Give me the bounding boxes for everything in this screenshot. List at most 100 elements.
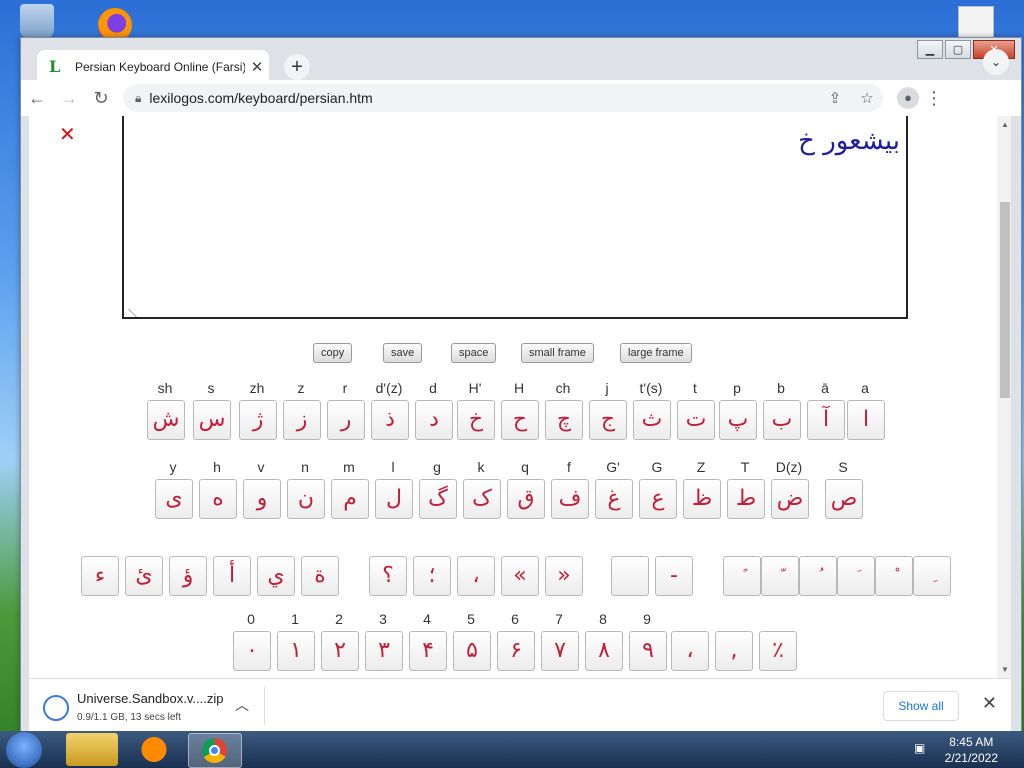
tab-search-button[interactable]: ⌄ [983, 49, 1009, 75]
recycle-bin-icon[interactable] [20, 4, 54, 38]
profile-avatar-icon[interactable]: ● [897, 87, 919, 109]
key-button[interactable]: و [243, 479, 281, 519]
key-button[interactable]: ک [463, 479, 501, 519]
key-button[interactable]: ء [81, 556, 119, 596]
key-button[interactable]: ِ [913, 556, 951, 596]
scroll-up-icon[interactable]: ▲ [1001, 120, 1009, 129]
large-frame-button[interactable]: large frame [620, 343, 692, 363]
key-button[interactable]: ْ [875, 556, 913, 596]
explorer-taskbar-icon[interactable] [66, 733, 118, 766]
maximize-button[interactable]: ▢ [945, 40, 971, 59]
key-button[interactable]: ظ [683, 479, 721, 519]
save-button[interactable]: save [383, 343, 423, 363]
address-bar[interactable]: 🔒︎ lexilogos.com/keyboard/persian.htm ⇪ … [123, 84, 883, 112]
show-all-button[interactable]: Show all [883, 691, 959, 721]
key-button[interactable]: ض [771, 479, 809, 519]
key-button[interactable]: ر [327, 400, 365, 440]
forward-icon[interactable]: → [53, 88, 85, 109]
key-button[interactable]: ف [551, 479, 589, 519]
key-button[interactable]: َ [837, 556, 875, 596]
key-button[interactable]: ُ [799, 556, 837, 596]
chevron-up-icon[interactable]: ︿ [235, 695, 249, 715]
key-button[interactable]: ، [671, 631, 709, 671]
key-button[interactable]: ش [147, 400, 185, 440]
copy-button[interactable]: copy [313, 343, 353, 363]
key-button[interactable]: ع [639, 479, 677, 519]
key-button[interactable]: ٪ [759, 631, 797, 671]
key-button[interactable]: آ [807, 400, 845, 440]
key-button[interactable]: ۷ [541, 631, 579, 671]
key-button[interactable]: » [545, 556, 583, 596]
key-button[interactable]: خ [457, 400, 495, 440]
system-clock[interactable]: 8:45 AM 2/21/2022 [945, 734, 998, 766]
key-button[interactable]: ص [825, 479, 863, 519]
share-icon[interactable]: ⇪ [819, 89, 851, 107]
key-button[interactable]: ۶ [497, 631, 535, 671]
key-button[interactable]: أ [213, 556, 251, 596]
small-frame-button[interactable]: small frame [521, 343, 594, 363]
key-button[interactable]: ی [155, 479, 193, 519]
key-button[interactable]: ۲ [321, 631, 359, 671]
download-filename[interactable]: Universe.Sandbox.v....zip [77, 691, 223, 706]
key-button[interactable]: ۹ [629, 631, 667, 671]
key-button[interactable]: ژ [239, 400, 277, 440]
resize-grip-icon[interactable] [120, 309, 137, 317]
close-tab-icon[interactable]: ✕ [245, 58, 269, 76]
key-button[interactable]: ح [501, 400, 539, 440]
key-button[interactable]: ه [199, 479, 237, 519]
url-text[interactable]: lexilogos.com/keyboard/persian.htm [149, 90, 372, 106]
key-button[interactable]: س [193, 400, 231, 440]
key-button[interactable]: پ [719, 400, 757, 440]
key-button[interactable]: ۵ [453, 631, 491, 671]
key-button[interactable]: ط [727, 479, 765, 519]
key-button[interactable]: ق [507, 479, 545, 519]
key-button[interactable]: ۴ [409, 631, 447, 671]
text-input-area[interactable]: بیشعور خ [120, 116, 908, 319]
key-button[interactable]: ّ [761, 556, 799, 596]
vertical-scrollbar[interactable]: ▲ ▼ [997, 116, 1011, 678]
key-button[interactable]: ۳ [365, 631, 403, 671]
space-button[interactable]: space [451, 343, 497, 363]
key-button[interactable]: ج [589, 400, 627, 440]
key-button[interactable]: ت [677, 400, 715, 440]
scroll-thumb[interactable] [1000, 202, 1010, 398]
key-button[interactable]: ث [633, 400, 671, 440]
key-button[interactable]: ز [283, 400, 321, 440]
back-icon[interactable]: ← [21, 88, 53, 109]
key-button[interactable]: ۸ [585, 631, 623, 671]
key-button[interactable] [611, 556, 649, 596]
start-button[interactable] [6, 732, 42, 768]
key-button[interactable]: « [501, 556, 539, 596]
key-button[interactable]: چ [545, 400, 583, 440]
key-button[interactable]: - [655, 556, 693, 596]
lock-icon[interactable]: 🔒︎ [135, 91, 141, 106]
key-button[interactable]: ن [287, 479, 325, 519]
key-button[interactable]: ۰ [233, 631, 271, 671]
key-button[interactable]: ، [457, 556, 495, 596]
close-keyboard-icon[interactable]: ✕ [59, 122, 76, 147]
key-button[interactable]: ئ [125, 556, 163, 596]
key-button[interactable]: ؛ [413, 556, 451, 596]
tab-persian-keyboard[interactable]: L Persian Keyboard Online (Farsi) L ✕ [37, 50, 269, 83]
key-button[interactable]: ة [301, 556, 339, 596]
key-button[interactable]: غ [595, 479, 633, 519]
chrome-taskbar-icon[interactable] [188, 733, 242, 768]
new-tab-button[interactable]: + [284, 54, 310, 80]
scroll-down-icon[interactable]: ▼ [1001, 665, 1009, 674]
key-button[interactable]: , [715, 631, 753, 671]
key-button[interactable]: ذ [371, 400, 409, 440]
key-button[interactable]: م [331, 479, 369, 519]
key-button[interactable]: ل [375, 479, 413, 519]
reload-icon[interactable]: ↻ [85, 88, 117, 109]
key-button[interactable]: ً [723, 556, 761, 596]
key-button[interactable]: ؤ [169, 556, 207, 596]
menu-dots-icon[interactable]: ⋮ [919, 88, 949, 109]
key-button[interactable]: گ [419, 479, 457, 519]
key-button[interactable]: ۱ [277, 631, 315, 671]
close-download-bar-icon[interactable]: ✕ [982, 693, 997, 714]
network-icon[interactable]: ▣ [914, 741, 930, 755]
key-button[interactable]: د [415, 400, 453, 440]
bookmark-star-icon[interactable]: ☆ [851, 89, 883, 107]
key-button[interactable]: ؟ [369, 556, 407, 596]
firefox-taskbar-icon[interactable] [128, 733, 180, 766]
